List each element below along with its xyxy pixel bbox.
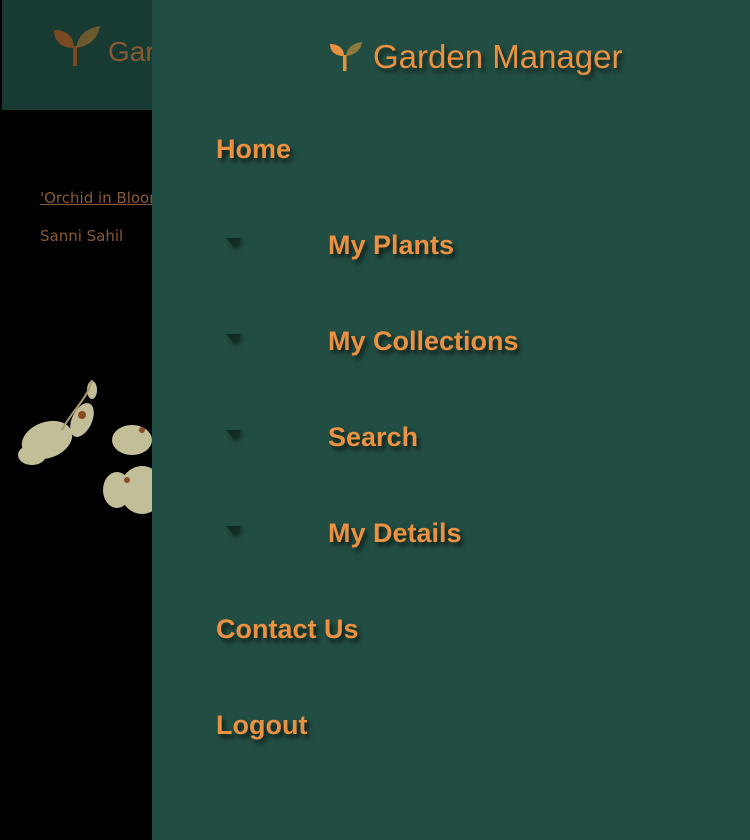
nav-item-logout[interactable]: Logout [216, 710, 307, 741]
nav-item-my-collections[interactable]: My Collections [328, 326, 519, 357]
sprout-logo-icon [330, 42, 362, 71]
drawer-title: Garden Manager [373, 38, 623, 75]
sprout-logo-icon [54, 26, 100, 66]
caret-down-icon[interactable] [226, 238, 242, 247]
caret-down-icon[interactable] [226, 526, 242, 535]
nav-item-my-plants[interactable]: My Plants [328, 230, 454, 261]
nav-item-home[interactable]: Home [216, 134, 291, 165]
nav-item-contact-us[interactable]: Contact Us [216, 614, 359, 645]
nav-item-my-details[interactable]: My Details [328, 518, 462, 549]
plant-item-link[interactable]: 'Orchid in Bloom [40, 189, 164, 207]
nav-item-search[interactable]: Search [328, 422, 418, 453]
caret-down-icon[interactable] [226, 430, 242, 439]
navigation-drawer: Garden Manager Home My Plants My Collect… [152, 0, 750, 840]
plant-item-author: Sanni Sahil [40, 227, 124, 245]
caret-down-icon[interactable] [226, 334, 242, 343]
orchid-photo [18, 379, 162, 514]
